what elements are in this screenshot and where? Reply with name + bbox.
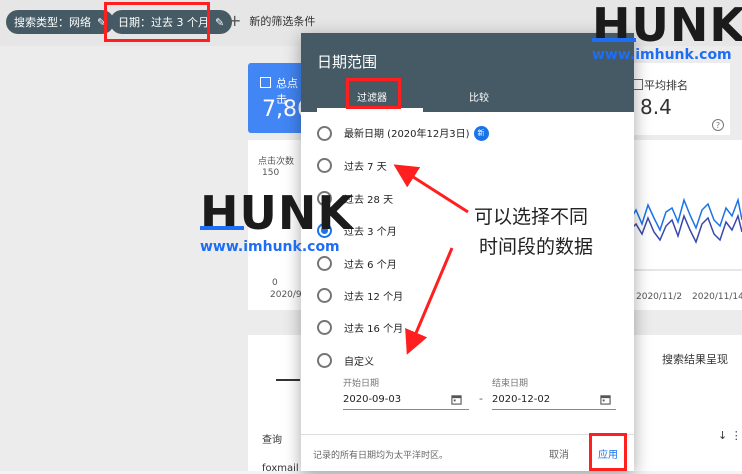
watermark-bar (200, 226, 244, 230)
watermark-url: www.imhunk.com (592, 47, 732, 63)
annotation-line-1: 可以选择不同 (474, 206, 589, 228)
arrow-to-custom (405, 247, 454, 355)
annotation-line-2: 时间段的数据 (479, 236, 594, 258)
watermark-url: www.imhunk.com (200, 239, 340, 255)
annotation-arrows (393, 164, 469, 355)
arrow-to-7-days (393, 164, 469, 214)
watermark-bar (592, 38, 636, 42)
page: 搜索类型：网络 ✎ 日期：过去 3 个月 ✎ + 新的筛选条件 总点击 7,86… (0, 0, 742, 474)
